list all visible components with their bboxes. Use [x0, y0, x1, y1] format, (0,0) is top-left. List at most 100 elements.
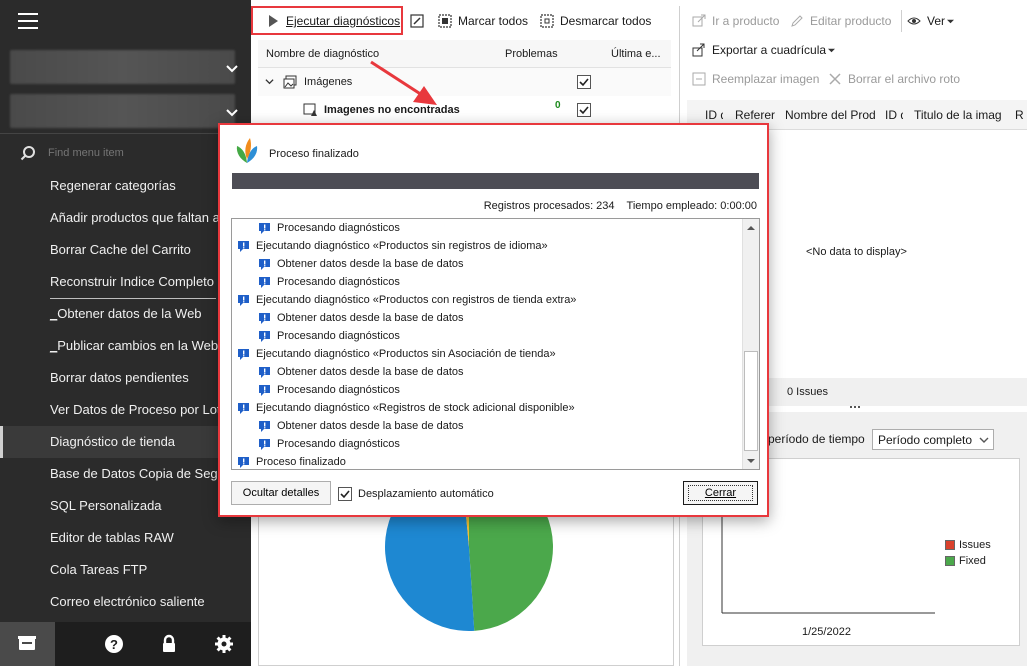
- sidebar-item-correo-saliente[interactable]: Correo electrónico saliente: [0, 586, 251, 618]
- mark-all-button[interactable]: Marcar todos: [438, 14, 528, 28]
- col-problems[interactable]: Problemas: [505, 48, 558, 60]
- edit-icon: [410, 14, 424, 28]
- goto-product-button[interactable]: Ir a producto: [692, 14, 779, 28]
- log-entry: Ejecutando diagnóstico «Productos sin re…: [237, 237, 548, 255]
- auto-scroll-label: Desplazamiento automático: [358, 488, 494, 500]
- log-entry: Procesando diagnósticos: [258, 273, 400, 291]
- col-id[interactable]: ID d: [705, 108, 723, 122]
- sidebar-item-editor-tablas[interactable]: Editor de tablas RAW: [0, 522, 251, 554]
- issues-count: 0 Issues: [787, 386, 828, 398]
- col-id-2[interactable]: ID d: [885, 108, 903, 122]
- info-message-icon: [259, 330, 270, 342]
- tree-row[interactable]: Imagenes no encontradas 0: [258, 96, 671, 124]
- menu-group-divider: [50, 298, 216, 299]
- col-image-title[interactable]: Titulo de la imag: [914, 108, 1006, 122]
- export-icon: [692, 43, 705, 57]
- sidebar-item-publicar-cambios[interactable]: _Publicar cambios en la Web: [0, 330, 251, 362]
- dropdown-arrow-icon: [947, 19, 955, 23]
- info-message-icon: [238, 294, 249, 306]
- auto-scroll-checkbox[interactable]: [338, 487, 352, 501]
- scroll-up-icon[interactable]: [743, 219, 759, 236]
- log-entry: Obtener datos desde la base de datos: [258, 417, 464, 435]
- edit-product-button[interactable]: Editar producto: [790, 14, 891, 28]
- x-axis-tick-label: 1/25/2022: [802, 626, 851, 638]
- log-entry-text: Obtener datos desde la base de datos: [277, 420, 464, 432]
- period-label: período de tiempo: [768, 432, 865, 446]
- tree-row-checkbox[interactable]: [577, 103, 591, 117]
- splitter-grip-icon[interactable]: [850, 406, 860, 410]
- store-icon[interactable]: [0, 622, 55, 666]
- account-selector[interactable]: [10, 50, 235, 84]
- sidebar-item-regenerar-categorias[interactable]: Regenerar categorías: [0, 170, 251, 202]
- close-button[interactable]: Cerrar: [683, 481, 758, 505]
- sidebar-item-diagnostico-tienda[interactable]: Diagnóstico de tienda: [0, 426, 251, 458]
- gear-icon[interactable]: [196, 622, 251, 666]
- help-icon[interactable]: ?: [87, 622, 142, 666]
- sidebar-item-borrar-pendientes[interactable]: Borrar datos pendientes: [0, 362, 251, 394]
- tree-header: Nombre de diagnóstico Problemas Última e…: [258, 40, 671, 68]
- sidebar-item-label: Obtener datos de la Web: [57, 306, 202, 321]
- hamburger-menu-icon[interactable]: [18, 13, 38, 29]
- col-reference[interactable]: Referer: [735, 108, 779, 122]
- log-entry-text: Procesando diagnósticos: [277, 384, 400, 396]
- replace-icon: [692, 72, 706, 86]
- info-message-icon: [259, 366, 270, 378]
- log-entry-text: Obtener datos desde la base de datos: [277, 312, 464, 324]
- unmark-all-button[interactable]: Desmarcar todos: [540, 14, 651, 28]
- edit-diagnostic-button[interactable]: [410, 14, 424, 28]
- tree-row[interactable]: Imágenes: [258, 68, 671, 96]
- view-label: Ver: [927, 14, 946, 28]
- log-scrollbar[interactable]: [742, 219, 759, 469]
- info-message-icon: [259, 420, 270, 432]
- goto-icon: [692, 14, 706, 27]
- chevron-down-icon[interactable]: [225, 105, 239, 119]
- col-r[interactable]: R: [1015, 108, 1027, 122]
- tree-row-checkbox[interactable]: [577, 75, 591, 89]
- replace-image-button[interactable]: Reemplazar imagen: [692, 72, 819, 86]
- info-message-icon: [259, 276, 270, 288]
- sidebar-item-ver-datos-proceso[interactable]: Ver Datos de Proceso por Lot: [0, 394, 251, 426]
- chevron-down-icon: [979, 437, 989, 443]
- menu-search-input[interactable]: [48, 147, 208, 159]
- chevron-down-icon[interactable]: [225, 61, 239, 75]
- sidebar-item-copia-seguridad[interactable]: Base de Datos Copia de Segu: [0, 458, 251, 490]
- sidebar-item-obtener-datos[interactable]: _Obtener datos de la Web: [0, 298, 251, 330]
- log-entry-text: Procesando diagnósticos: [277, 330, 400, 342]
- auto-scroll-option[interactable]: Desplazamiento automático: [338, 487, 494, 501]
- col-diagnostic-name[interactable]: Nombre de diagnóstico: [266, 48, 379, 60]
- sidebar-item-label: Cola Tareas FTP: [50, 562, 148, 577]
- period-select[interactable]: Período completo: [872, 429, 994, 450]
- hide-details-button[interactable]: Ocultar detalles: [231, 481, 331, 505]
- sidebar-item-label: Correo electrónico saliente: [50, 594, 205, 609]
- sidebar-item-cola-ftp[interactable]: Cola Tareas FTP: [0, 554, 251, 586]
- period-selected-value: Período completo: [878, 433, 973, 447]
- log-entry-text: Ejecutando diagnóstico «Productos sin As…: [256, 348, 556, 360]
- view-menu-button[interactable]: Ver: [907, 14, 955, 28]
- delete-broken-label: Borrar el archivo roto: [848, 72, 961, 86]
- delete-broken-button[interactable]: Borrar el archivo roto: [828, 72, 960, 86]
- log-entry: Procesando diagnósticos: [258, 327, 400, 345]
- col-last-run[interactable]: Última e...: [611, 48, 661, 60]
- toolbar-divider: [901, 10, 902, 32]
- store-selector[interactable]: [10, 94, 235, 128]
- legend-label: Issues: [959, 539, 991, 551]
- info-message-icon: [259, 258, 270, 270]
- log-entry-text: Obtener datos desde la base de datos: [277, 366, 464, 378]
- sidebar-item-anadir-productos[interactable]: Añadir productos que faltan a: [0, 202, 251, 234]
- log-entry: Obtener datos desde la base de datos: [258, 309, 464, 327]
- chevron-down-icon[interactable]: [265, 77, 274, 86]
- records-processed: Registros procesados: 234: [483, 200, 615, 212]
- sidebar-item-reconstruir-indice[interactable]: Reconstruir Indice Completo: [0, 266, 251, 298]
- sidebar: Regenerar categorías Añadir productos qu…: [0, 0, 251, 666]
- lock-icon[interactable]: [141, 622, 196, 666]
- scroll-down-icon[interactable]: [743, 452, 759, 469]
- export-grid-button[interactable]: Exportar a cuadrícula: [692, 43, 836, 57]
- sidebar-item-sql-personalizada[interactable]: SQL Personalizada: [0, 490, 251, 522]
- sidebar-item-label: SQL Personalizada: [50, 498, 162, 513]
- sidebar-item-borrar-cache[interactable]: Borrar Cache del Carrito: [0, 234, 251, 266]
- log-entry-text: Obtener datos desde la base de datos: [277, 258, 464, 270]
- col-product-name[interactable]: Nombre del Prod: [785, 108, 877, 122]
- dialog-title: Proceso finalizado: [269, 148, 359, 160]
- info-message-icon: [238, 348, 249, 360]
- scroll-thumb[interactable]: [744, 351, 758, 451]
